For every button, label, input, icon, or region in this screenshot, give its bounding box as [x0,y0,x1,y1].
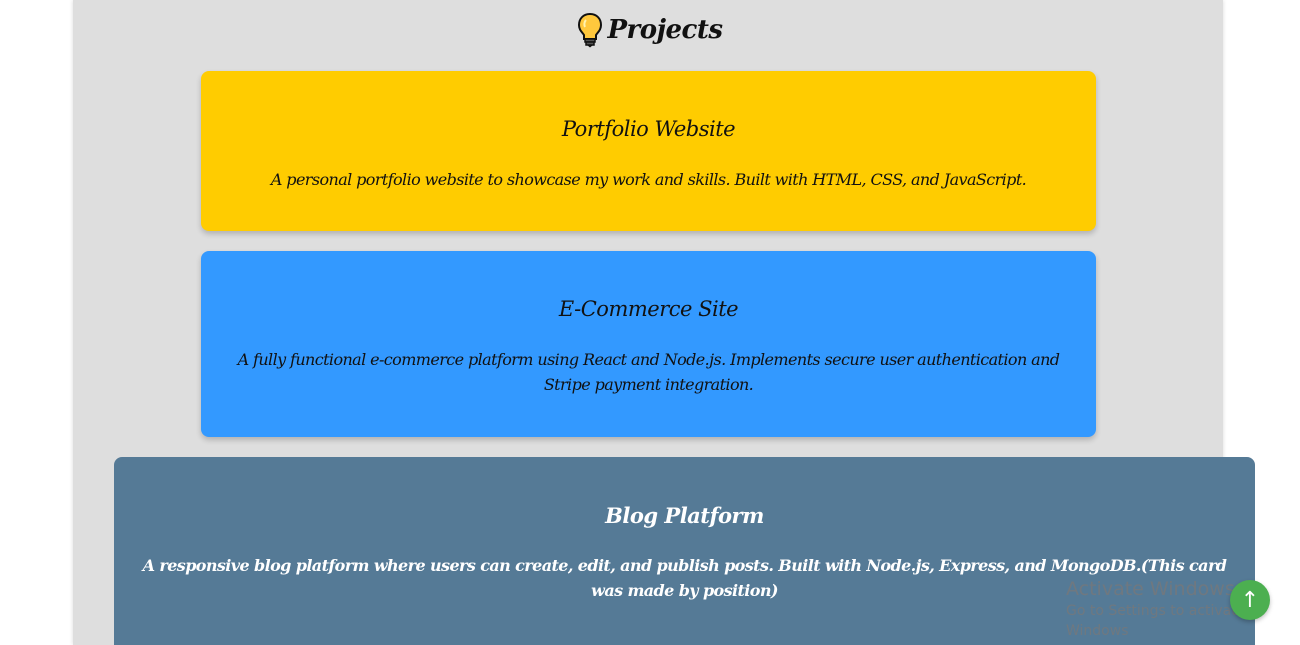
project-title: Portfolio Website [561,117,736,141]
project-card-blog: Blog Platform A responsive blog platform… [114,457,1255,645]
project-card-ecommerce: E-Commerce Site A fully functional e-com… [201,251,1096,437]
page: Projects Portfolio Website A personal po… [0,0,1300,645]
project-title: E-Commerce Site [558,297,739,321]
project-description: A responsive blog platform where users c… [142,556,1227,600]
scroll-to-top-button[interactable]: ↑ [1230,580,1270,620]
lightbulb-icon [577,12,603,48]
project-card-portfolio: Portfolio Website A personal portfolio w… [201,71,1096,231]
project-description: A personal portfolio website to showcase… [270,170,1027,189]
section-title: Projects [607,15,723,45]
arrow-up-icon: ↑ [1240,587,1260,613]
project-title: Blog Platform [605,503,764,528]
project-description: A fully functional e-commerce platform u… [237,350,1060,394]
projects-heading: Projects [0,12,1300,48]
